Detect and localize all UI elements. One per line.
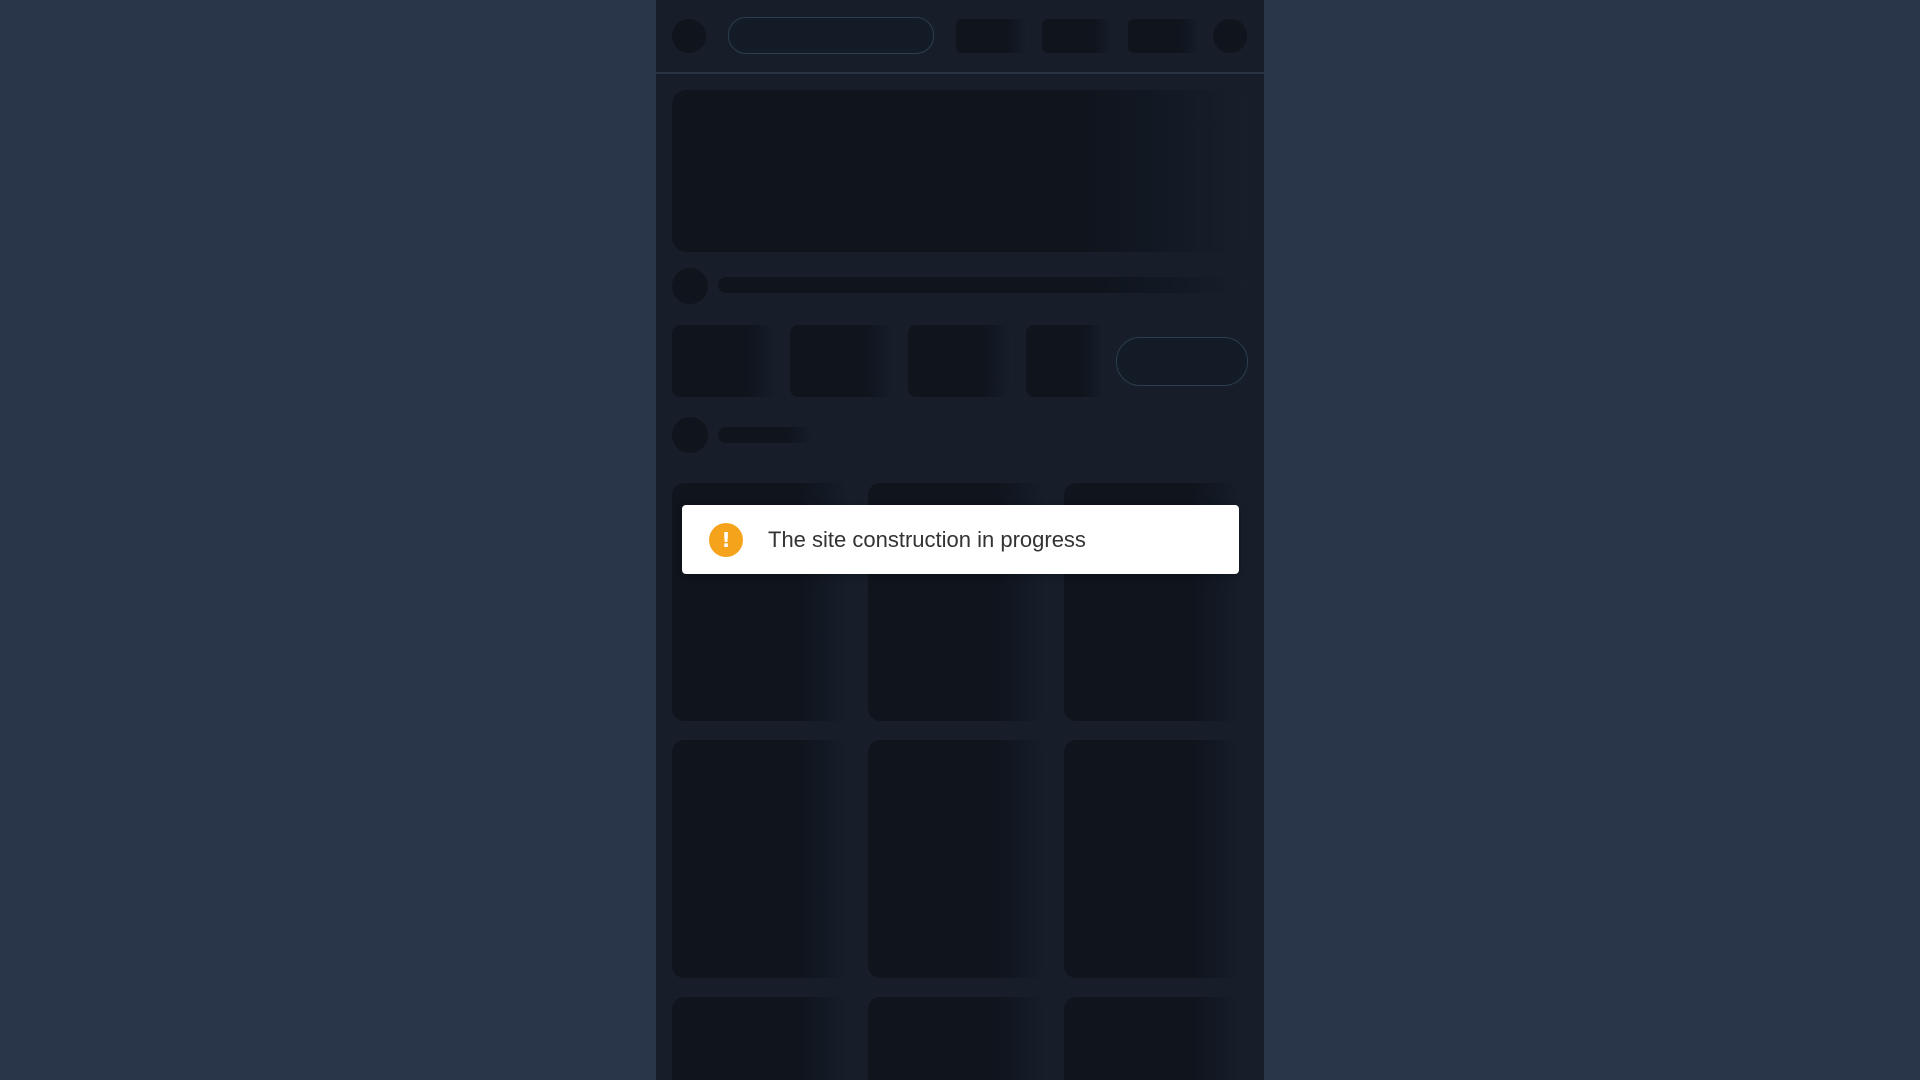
card-placeholder <box>672 997 852 1080</box>
card-placeholder <box>672 740 852 978</box>
header-logo-placeholder <box>672 19 706 53</box>
show-more-button-placeholder <box>1116 337 1248 386</box>
header-nav-placeholder-2 <box>1042 19 1114 53</box>
exclamation-icon: ! <box>709 523 743 557</box>
header-avatar-placeholder <box>1213 19 1247 53</box>
construction-notice-toast: ! The site construction in progress <box>682 505 1239 574</box>
category-chip-placeholder-4 <box>1026 325 1104 397</box>
category-chip-placeholder-2 <box>790 325 895 397</box>
card-placeholder <box>868 997 1048 1080</box>
card-placeholder <box>1064 740 1244 978</box>
header-search-placeholder <box>728 17 934 54</box>
card-placeholder <box>868 740 1048 978</box>
header-nav-placeholder-3 <box>1128 19 1200 53</box>
section-icon-placeholder-2 <box>672 417 708 453</box>
category-chip-placeholder-1 <box>672 325 777 397</box>
header-divider <box>656 72 1264 74</box>
category-chip-placeholder-3 <box>908 325 1013 397</box>
toast-message: The site construction in progress <box>768 527 1086 552</box>
section-title-placeholder-2 <box>718 427 814 443</box>
card-placeholder <box>1064 997 1244 1080</box>
header-nav-placeholder-1 <box>956 19 1028 53</box>
section-icon-placeholder-1 <box>672 268 708 304</box>
hero-banner-placeholder <box>672 90 1248 252</box>
section-title-placeholder-1 <box>718 277 1248 293</box>
